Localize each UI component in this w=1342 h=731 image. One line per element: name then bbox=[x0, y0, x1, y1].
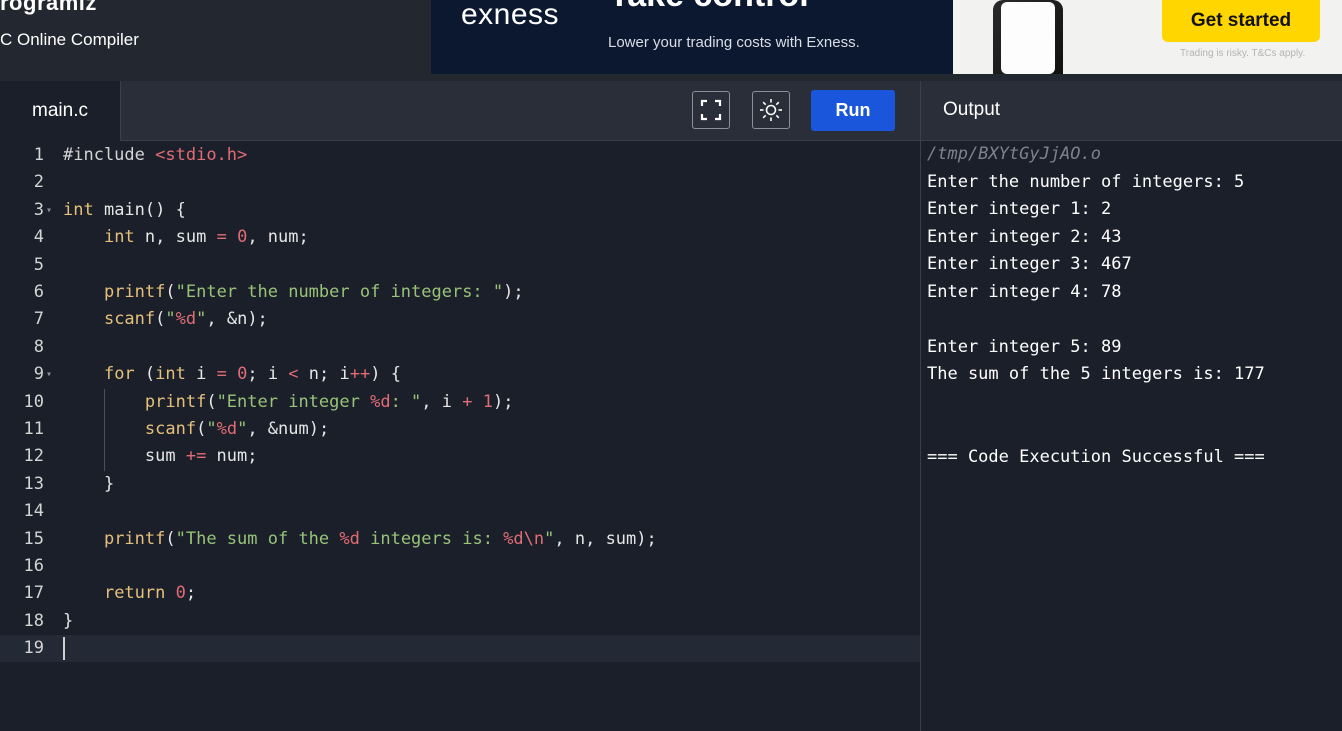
code-line[interactable]: 15 printf("The sum of the %d integers is… bbox=[0, 526, 920, 553]
code-line[interactable]: 18} bbox=[0, 608, 920, 635]
code-line[interactable]: 5 bbox=[0, 252, 920, 279]
code-line[interactable]: 7 scanf("%d", &n); bbox=[0, 306, 920, 333]
code-text: for (int i = 0; i < n; i++) { bbox=[103, 364, 401, 385]
output-header: Output bbox=[921, 81, 1342, 141]
code-line[interactable]: 19 bbox=[0, 635, 920, 663]
ad-disclaimer: Trading is risky. T&Cs apply. bbox=[1180, 48, 1306, 59]
code-line[interactable]: 16 bbox=[0, 553, 920, 580]
code-text: scanf("%d", &num); bbox=[144, 419, 330, 439]
theme-toggle-button[interactable] bbox=[752, 91, 790, 129]
output-title: Output bbox=[943, 99, 1001, 120]
phone-screen bbox=[1001, 2, 1055, 74]
sun-icon bbox=[760, 99, 782, 121]
output-line: Enter integer 3: 467 bbox=[927, 254, 1132, 274]
output-line: Enter the number of integers: 5 bbox=[927, 171, 1245, 192]
code-line[interactable]: 1 #include <stdio.h> bbox=[0, 142, 920, 169]
code-text: sum += num; bbox=[63, 446, 258, 467]
ad-cta-button[interactable]: Get started bbox=[1162, 0, 1320, 42]
code-line[interactable]: 10 printf("Enter integer %d: ", i + 1); bbox=[0, 389, 920, 416]
line-number: 17 bbox=[23, 583, 44, 604]
line-number: 1 bbox=[33, 145, 44, 165]
line-number: 4 bbox=[33, 227, 44, 248]
output-line: Enter integer 4: 78 bbox=[927, 281, 1122, 302]
code-line[interactable]: 13 } bbox=[0, 471, 920, 498]
code-line[interactable]: 8 bbox=[0, 334, 920, 361]
line-number: 5 bbox=[33, 254, 44, 275]
line-number: 16 bbox=[23, 556, 44, 576]
output-line: Enter integer 5: 89 bbox=[927, 336, 1122, 357]
text-cursor bbox=[63, 637, 65, 661]
line-number: 3 bbox=[33, 199, 44, 220]
output-path: /tmp/BXYtGyJjAO.o bbox=[927, 144, 1101, 164]
editor-toolbar: main.c Run bbox=[0, 81, 920, 141]
code-line[interactable]: 2 bbox=[0, 169, 920, 196]
code-text: scanf("%d", &n); bbox=[103, 309, 268, 330]
ad-headline: Take control bbox=[609, 0, 809, 15]
line-number: 9 bbox=[33, 364, 44, 385]
code-text: printf("Enter the number of integers: ")… bbox=[103, 282, 524, 302]
line-number: 14 bbox=[23, 501, 44, 522]
line-number: 6 bbox=[33, 282, 44, 302]
output-console: /tmp/BXYtGyJjAO.o Enter the number of in… bbox=[927, 141, 1265, 471]
line-number: 12 bbox=[23, 446, 44, 467]
output-line: The sum of the 5 integers is: 177 bbox=[927, 364, 1265, 384]
ad-tagline: Lower your trading costs with Exness. bbox=[608, 34, 860, 51]
code-line[interactable]: 11 scanf("%d", &num); bbox=[0, 416, 920, 443]
ad-logo: exness bbox=[461, 0, 560, 31]
code-text: printf("Enter integer %d: ", i + 1); bbox=[144, 391, 514, 412]
ad-panel: Get started Trading is risky. T&Cs apply… bbox=[953, 0, 1342, 74]
code-line[interactable]: 9 ▾ for (int i = 0; i < n; i++) { bbox=[0, 361, 920, 388]
code-editor[interactable]: 1 #include <stdio.h> 2 3 ▾ int main() {4 int … bbox=[0, 141, 920, 731]
run-button[interactable]: Run bbox=[811, 90, 895, 131]
tab-main-c[interactable]: main.c bbox=[0, 81, 121, 141]
code-line[interactable]: 17 return 0; bbox=[0, 580, 920, 607]
line-number: 19 bbox=[23, 638, 44, 659]
line-number: 10 bbox=[23, 391, 44, 412]
code-text: #include <stdio.h> bbox=[63, 145, 248, 165]
line-number: 13 bbox=[23, 473, 44, 494]
code-text: int main() { bbox=[63, 199, 186, 220]
code-line[interactable]: 3 ▾ int main() { bbox=[0, 197, 920, 224]
fold-toggle-icon[interactable]: ▾ bbox=[46, 361, 52, 388]
output-line: === Code Execution Successful === bbox=[927, 446, 1265, 467]
pane-divider[interactable] bbox=[920, 81, 921, 731]
brand-logo[interactable]: rogramiz bbox=[0, 0, 97, 16]
code-line[interactable]: 4 int n, sum = 0, num; bbox=[0, 224, 920, 251]
fullscreen-icon bbox=[700, 99, 722, 121]
code-text: int n, sum = 0, num; bbox=[103, 227, 309, 248]
ad-banner[interactable]: exness Take control Lower your trading c… bbox=[431, 0, 1342, 74]
line-number: 7 bbox=[33, 309, 44, 330]
line-number: 11 bbox=[23, 419, 44, 439]
code-line[interactable]: 14 bbox=[0, 498, 920, 525]
output-line: Enter integer 2: 43 bbox=[927, 226, 1122, 247]
code-text: return 0; bbox=[103, 583, 197, 604]
page-subtitle: C Online Compiler bbox=[0, 30, 139, 49]
fold-toggle-icon[interactable]: ▾ bbox=[46, 197, 52, 224]
code-line[interactable]: 12 sum += num; bbox=[0, 443, 920, 470]
line-number: 2 bbox=[33, 172, 44, 193]
line-number: 15 bbox=[23, 528, 44, 549]
code-text: } bbox=[63, 610, 74, 631]
line-number: 8 bbox=[33, 336, 44, 357]
fullscreen-button[interactable] bbox=[692, 91, 730, 129]
line-number: 18 bbox=[23, 610, 44, 631]
code-text: printf("The sum of the %d integers is: %… bbox=[103, 528, 657, 549]
code-line[interactable]: 6 printf("Enter the number of integers: … bbox=[0, 279, 920, 306]
output-line: Enter integer 1: 2 bbox=[927, 199, 1112, 219]
code-text: } bbox=[63, 473, 115, 494]
